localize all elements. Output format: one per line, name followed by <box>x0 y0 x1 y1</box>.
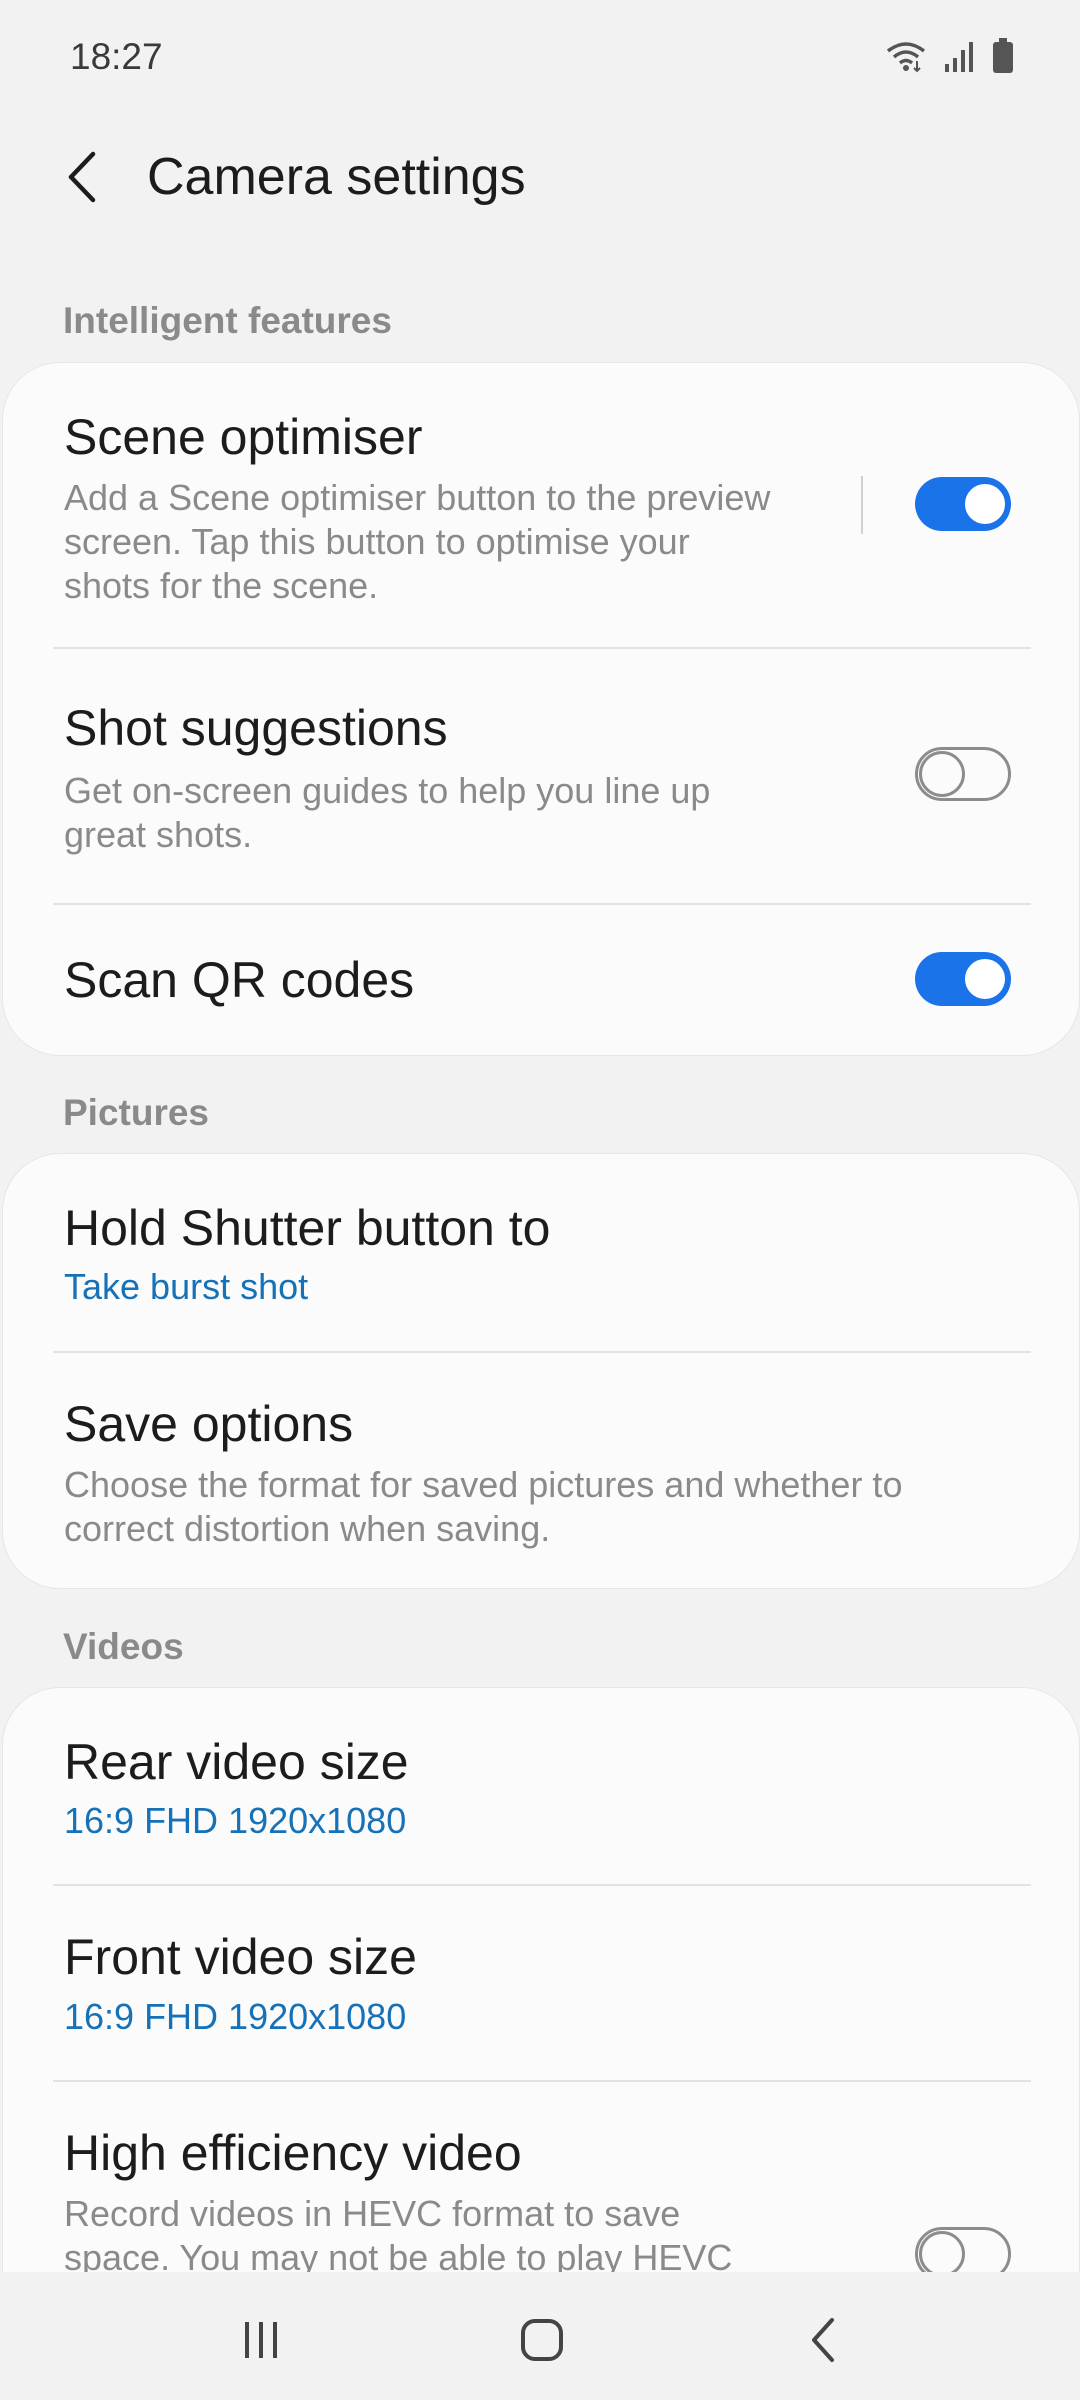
setting-title: Front video size <box>64 1929 417 1985</box>
setting-value: 16:9 FHD 1920x1080 <box>64 1996 407 2037</box>
desc-line: correct distortion when saving. <box>64 1508 551 1549</box>
recent-apps-icon <box>245 2322 277 2358</box>
setting-hold-shutter-button[interactable]: Hold Shutter button to Take burst shot <box>3 1154 1079 1351</box>
navigation-bar <box>0 2272 1080 2400</box>
home-icon <box>521 2319 563 2361</box>
wifi-icon <box>886 42 926 73</box>
card-pictures: Hold Shutter button to Take burst shot S… <box>2 1153 1080 1589</box>
desc-line: screen. Tap this button to optimise your <box>64 521 690 562</box>
recent-apps-button[interactable] <box>216 2300 306 2380</box>
back-button[interactable] <box>48 132 118 222</box>
vertical-separator <box>861 476 863 534</box>
desc-line: Get on-screen guides to help you line up <box>64 770 711 811</box>
desc-line: great shots. <box>64 814 253 855</box>
setting-high-efficiency-video[interactable]: High efficiency video Record videos in H… <box>3 2082 1079 2274</box>
setting-description: Add a Scene optimiser button to the prev… <box>64 476 770 608</box>
setting-title: High efficiency video <box>64 2125 522 2181</box>
shot-suggestions-toggle[interactable] <box>915 747 1011 801</box>
status-icons <box>886 38 1014 74</box>
setting-front-video-size[interactable]: Front video size 16:9 FHD 1920x1080 <box>3 1886 1079 2080</box>
battery-icon <box>993 38 1013 73</box>
setting-title: Save options <box>64 1396 354 1452</box>
setting-description: Record videos in HEVC format to save spa… <box>64 2192 733 2274</box>
back-nav-button[interactable] <box>778 2300 868 2380</box>
section-header-videos: Videos <box>63 1626 184 1667</box>
status-time: 18:27 <box>70 36 163 77</box>
setting-description: Choose the format for saved pictures and… <box>64 1463 902 1551</box>
setting-value: 16:9 FHD 1920x1080 <box>64 1800 407 1841</box>
back-icon <box>812 2318 834 2362</box>
card-videos: Rear video size 16:9 FHD 1920x1080 Front… <box>2 1687 1080 2274</box>
page-title: Camera settings <box>147 148 526 206</box>
setting-value: Take burst shot <box>64 1266 309 1307</box>
setting-rear-video-size[interactable]: Rear video size 16:9 FHD 1920x1080 <box>3 1688 1079 1884</box>
chevron-left-icon <box>68 151 96 203</box>
setting-title: Hold Shutter button to <box>64 1200 551 1256</box>
signal-icon <box>945 42 973 72</box>
setting-scan-qr-codes[interactable]: Scan QR codes <box>3 905 1079 1055</box>
setting-title: Scene optimiser <box>64 409 423 465</box>
section-header-intelligent-features: Intelligent features <box>63 300 392 341</box>
section-header-pictures: Pictures <box>63 1092 210 1133</box>
desc-line: shots for the scene. <box>64 565 379 606</box>
desc-line: Choose the format for saved pictures and… <box>64 1464 903 1505</box>
desc-line: Record videos in HEVC format to save <box>64 2193 681 2234</box>
setting-title: Rear video size <box>64 1734 409 1790</box>
high-efficiency-video-toggle[interactable] <box>915 2227 1011 2273</box>
scan-qr-toggle[interactable] <box>915 952 1011 1006</box>
setting-title: Scan QR codes <box>64 952 415 1008</box>
setting-title: Shot suggestions <box>64 700 448 756</box>
setting-save-options[interactable]: Save options Choose the format for saved… <box>3 1353 1079 1588</box>
app-bar: Camera settings <box>0 118 1080 288</box>
desc-line: space. You may not be able to play HEVC <box>64 2237 733 2274</box>
home-button[interactable] <box>497 2300 587 2380</box>
card-intelligent-features: Scene optimiser Add a Scene optimiser bu… <box>2 362 1080 1056</box>
setting-shot-suggestions[interactable]: Shot suggestions Get on-screen guides to… <box>3 649 1079 903</box>
setting-scene-optimiser[interactable]: Scene optimiser Add a Scene optimiser bu… <box>3 363 1079 647</box>
setting-description: Get on-screen guides to help you line up… <box>64 769 710 857</box>
scene-optimiser-toggle[interactable] <box>915 477 1011 531</box>
desc-line: Add a Scene optimiser button to the prev… <box>64 477 771 518</box>
status-bar: 18:27 <box>0 0 1080 118</box>
